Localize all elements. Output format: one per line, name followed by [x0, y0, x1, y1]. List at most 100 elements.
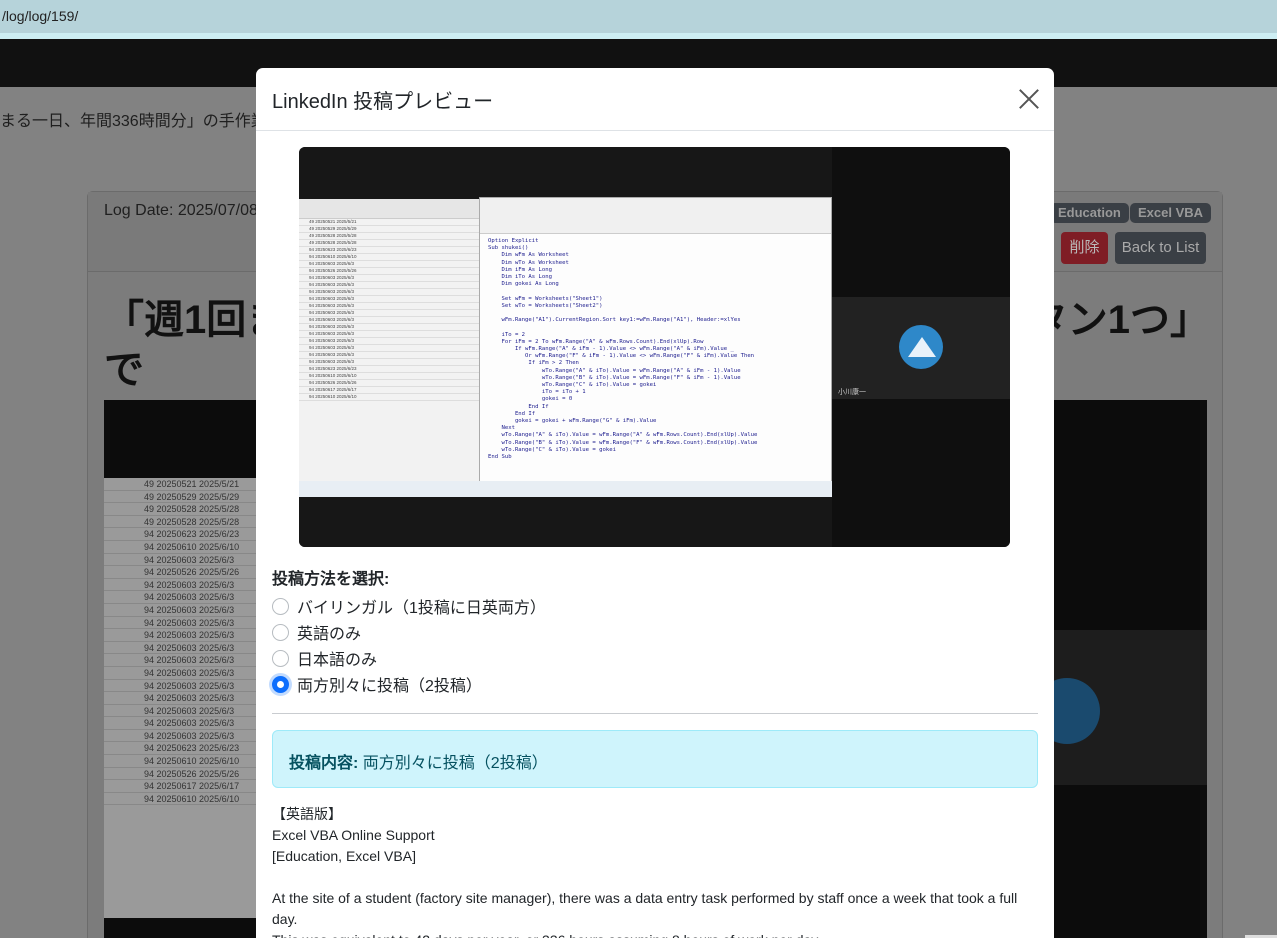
background-excel-row: 49 20250528 2025/5/28 [104, 503, 264, 516]
background-excel-row: 49 20250521 2025/5/21 [104, 478, 264, 491]
option-japanese-only-label: 日本語のみ [297, 652, 378, 669]
excel-row: 49 20250528 2025/5/28 [299, 233, 479, 240]
background-excel-row: 94 20250603 2025/6/3 [104, 629, 264, 642]
content-line [272, 867, 1038, 888]
background-excel-row: 94 20250603 2025/6/3 [104, 730, 264, 743]
radio-japanese-only[interactable] [272, 649, 289, 667]
url-text: /log/log/159/ [2, 8, 79, 24]
participant-name: 小川康一 [838, 389, 866, 396]
content-line: [Education, Excel VBA] [272, 848, 416, 864]
radio-separate-posts[interactable] [272, 675, 289, 693]
divider [272, 713, 1038, 714]
excel-row: 94 20250610 2025/6/10 [299, 373, 479, 380]
excel-row: 94 20250603 2025/6/3 [299, 352, 479, 359]
close-icon[interactable] [1018, 88, 1040, 110]
excel-row: 94 20250603 2025/6/3 [299, 331, 479, 338]
content-line: 【英語版】 [272, 806, 342, 822]
option-separate-posts[interactable]: 両方別々に投稿（2投稿） [272, 673, 482, 695]
page-title-right: タン1つ」 [1027, 298, 1210, 342]
content-line: Excel VBA Online Support [272, 827, 435, 843]
modal-header: LinkedIn 投稿プレビュー [256, 68, 1054, 131]
radio-english-only[interactable] [272, 623, 289, 641]
excel-row: 94 20250603 2025/6/3 [299, 345, 479, 352]
background-excel-row: 94 20250603 2025/6/3 [104, 667, 264, 680]
excel-row: 94 20250603 2025/6/3 [299, 289, 479, 296]
background-excel-row: 94 20250603 2025/6/3 [104, 554, 264, 567]
background-excel-row: 94 20250610 2025/6/10 [104, 755, 264, 768]
content-line: This was equivalent to 42 days per year,… [272, 930, 1038, 938]
background-excel-row: 94 20250623 2025/6/23 [104, 528, 264, 541]
option-japanese-only[interactable]: 日本語のみ [272, 647, 377, 669]
background-excel-row: 94 20250603 2025/6/3 [104, 579, 264, 592]
page-title-line2: で [104, 348, 144, 392]
option-bilingual[interactable]: バイリンガル（1投稿に日英両方） [272, 595, 546, 617]
background-excel-row: 94 20250610 2025/6/10 [104, 793, 264, 806]
delete-button[interactable]: 削除 [1061, 232, 1108, 264]
preview-image: 49 20250521 2025/5/21 49 20250529 2025/5/… [299, 147, 1010, 547]
background-excel-row: 94 20250603 2025/6/3 [104, 642, 264, 655]
background-spreadsheet: 49 20250521 2025/5/21 49 20250529 2025/5/… [104, 478, 264, 918]
content-line: At the site of a student (factory site m… [272, 890, 1022, 927]
alert-value: 両方別々に投稿（2投稿） [362, 755, 548, 772]
excel-row: 94 20250610 2025/6/10 [299, 254, 479, 261]
background-excel-row: 94 20250603 2025/6/3 [104, 604, 264, 617]
browser-address-bar[interactable]: /log/log/159/ [0, 0, 1277, 33]
excel-row: 94 20250617 2025/6/17 [299, 387, 479, 394]
background-excel-row: 94 20250603 2025/6/3 [104, 717, 264, 730]
vba-code: Option Explicit Sub shukei() Dim wFm As … [488, 238, 758, 461]
excel-row: 94 20250603 2025/6/3 [299, 296, 479, 303]
background-excel-row: 94 20250623 2025/6/23 [104, 742, 264, 756]
windows-taskbar [299, 481, 832, 497]
excel-row: 94 20250623 2025/6/23 [299, 366, 479, 373]
excel-row: 94 20250603 2025/6/3 [299, 338, 479, 345]
excel-row: 94 20250603 2025/6/3 [299, 303, 479, 310]
log-date: Log Date: 2025/07/08 [104, 202, 258, 219]
excel-row: 94 20250610 2025/6/10 [299, 394, 479, 401]
background-excel-row: 94 20250610 2025/6/10 [104, 541, 264, 554]
excel-rows: 49 20250521 2025/5/21 49 20250529 2025/5/… [299, 219, 479, 401]
tag-excel-vba: Excel VBA [1130, 203, 1212, 223]
excel-row: 94 20250526 2025/5/26 [299, 380, 479, 387]
background-excel-row: 94 20250617 2025/6/17 [104, 780, 264, 793]
vba-editor-window: Option Explicit Sub shukei() Dim wFm As … [479, 197, 832, 484]
background-excel-row: 94 20250526 2025/5/26 [104, 768, 264, 781]
option-english-only[interactable]: 英語のみ [272, 621, 361, 643]
linkedin-preview-modal: LinkedIn 投稿プレビュー 49 20250521 2025/5/21 49… [256, 68, 1054, 938]
background-excel-row: 94 20250603 2025/6/3 [104, 680, 264, 693]
excel-ribbon [299, 199, 479, 219]
background-excel-row: 94 20250603 2025/6/3 [104, 654, 264, 667]
vba-toolbar [480, 198, 831, 234]
option-english-only-label: 英語のみ [297, 626, 362, 643]
post-content-alert: 投稿内容: 両方別々に投稿（2投稿） [272, 730, 1038, 788]
alert-prefix: 投稿内容: [289, 755, 359, 772]
excel-row: 49 20250529 2025/5/29 [299, 226, 479, 233]
excel-window: 49 20250521 2025/5/21 49 20250529 2025/5/… [299, 199, 479, 481]
excel-row: 94 20250603 2025/6/3 [299, 359, 479, 366]
background-excel-row: 49 20250529 2025/5/29 [104, 491, 264, 504]
excel-row: 94 20250603 2025/6/3 [299, 324, 479, 331]
excel-row: 94 20250603 2025/6/3 [299, 310, 479, 317]
lead-text: まる一日、年間336時間分」の手作業 [0, 113, 267, 130]
excel-row: 94 20250603 2025/6/3 [299, 275, 479, 282]
excel-row: 94 20250603 2025/6/3 [299, 282, 479, 289]
tag-education: Education [1050, 203, 1129, 223]
background-excel-row: 94 20250603 2025/6/3 [104, 705, 264, 718]
modal-title: LinkedIn 投稿プレビュー [272, 91, 494, 113]
excel-row: 49 20250521 2025/5/21 [299, 219, 479, 226]
participant-avatar-icon [899, 325, 943, 369]
excel-row: 94 20250603 2025/6/3 [299, 317, 479, 324]
excel-row: 94 20250603 2025/6/3 [299, 261, 479, 268]
background-excel-row: 94 20250603 2025/6/3 [104, 692, 264, 705]
option-separate-posts-label: 両方別々に投稿（2投稿） [297, 678, 482, 695]
post-method-label: 投稿方法を選択: [272, 571, 390, 588]
background-excel-row: 94 20250526 2025/5/26 [104, 566, 264, 579]
back-to-list-button[interactable]: Back to List [1115, 232, 1206, 264]
background-excel-row: 94 20250603 2025/6/3 [104, 617, 264, 630]
excel-row: 94 20250526 2025/5/26 [299, 268, 479, 275]
excel-row: 94 20250623 2025/6/23 [299, 247, 479, 254]
excel-row: 49 20250528 2025/5/28 [299, 240, 479, 247]
option-bilingual-label: バイリンガル（1投稿に日英両方） [297, 600, 546, 617]
radio-bilingual[interactable] [272, 597, 289, 615]
screen-share: 49 20250521 2025/5/21 49 20250529 2025/5/… [299, 147, 832, 547]
post-content-preview: 【英語版】 Excel VBA Online Support [Educatio… [272, 804, 1038, 938]
